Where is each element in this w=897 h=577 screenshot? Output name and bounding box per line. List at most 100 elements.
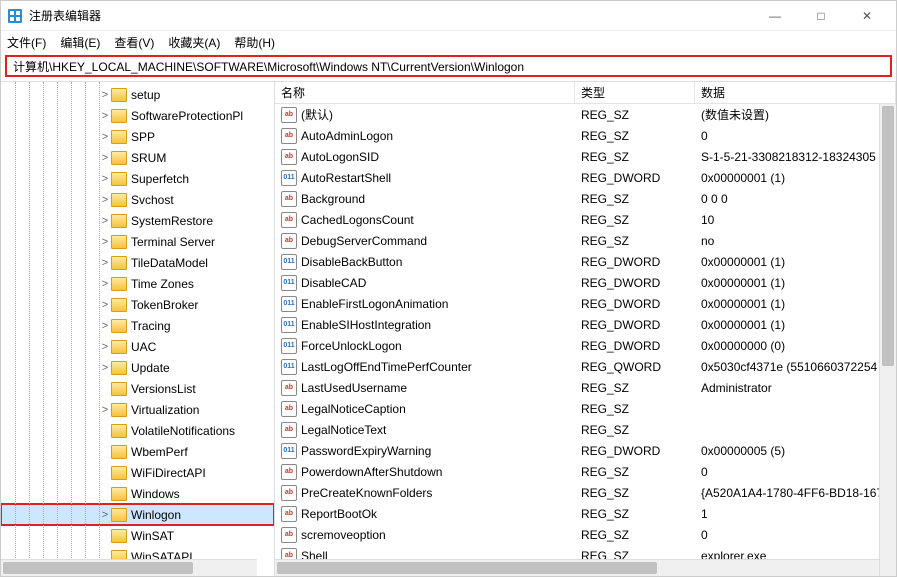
col-name[interactable]: 名称 <box>275 82 575 103</box>
value-data: 0x00000001 (1) <box>695 276 896 290</box>
tree-item[interactable]: WiFiDirectAPI <box>1 462 274 483</box>
expand-icon[interactable]: > <box>99 131 111 143</box>
tree-item[interactable]: > SoftwareProtectionPl <box>1 105 274 126</box>
menu-bar: 文件(F) 编辑(E) 查看(V) 收藏夹(A) 帮助(H) <box>1 31 896 53</box>
value-row[interactable]: 011LastLogOffEndTimePerfCounterREG_QWORD… <box>275 356 896 377</box>
expand-icon[interactable]: > <box>99 320 111 332</box>
address-bar[interactable]: 计算机\HKEY_LOCAL_MACHINE\SOFTWARE\Microsof… <box>5 55 892 77</box>
binary-value-icon: 011 <box>281 443 297 459</box>
tree-item[interactable]: VolatileNotifications <box>1 420 274 441</box>
value-name: ReportBootOk <box>301 507 377 521</box>
value-row[interactable]: abscremoveoptionREG_SZ0 <box>275 524 896 545</box>
expand-icon[interactable]: > <box>99 173 111 185</box>
tree-item-label: Svchost <box>131 193 174 207</box>
menu-view[interactable]: 查看(V) <box>114 34 154 51</box>
tree-item[interactable]: >SystemRestore <box>1 210 274 231</box>
folder-icon <box>111 88 127 102</box>
value-row[interactable]: 011DisableCADREG_DWORD0x00000001 (1) <box>275 272 896 293</box>
expand-icon[interactable]: > <box>99 341 111 353</box>
tree-item[interactable]: >Update <box>1 357 274 378</box>
expand-icon[interactable]: > <box>99 299 111 311</box>
tree-item[interactable]: WinSAT <box>1 525 274 546</box>
tree-item[interactable]: Windows <box>1 483 274 504</box>
tree-panel[interactable]: >setup>SoftwareProtectionPl>SPP>SRUM>Sup… <box>1 82 275 576</box>
expand-icon[interactable]: > <box>99 215 111 227</box>
value-row[interactable]: abDebugServerCommandREG_SZno <box>275 230 896 251</box>
string-value-icon: ab <box>281 401 297 417</box>
value-type: REG_SZ <box>575 108 695 122</box>
expand-icon[interactable]: > <box>99 194 111 206</box>
binary-value-icon: 011 <box>281 296 297 312</box>
values-vscroll[interactable] <box>879 104 896 576</box>
menu-file[interactable]: 文件(F) <box>7 34 46 51</box>
binary-value-icon: 011 <box>281 170 297 186</box>
tree-hscroll[interactable] <box>1 559 257 576</box>
menu-help[interactable]: 帮助(H) <box>234 34 275 51</box>
expand-icon[interactable]: > <box>99 404 111 416</box>
tree-item[interactable]: >Winlogon <box>1 504 274 525</box>
value-type: REG_DWORD <box>575 171 695 185</box>
value-row[interactable]: abReportBootOkREG_SZ1 <box>275 503 896 524</box>
value-row[interactable]: 011EnableFirstLogonAnimationREG_DWORD0x0… <box>275 293 896 314</box>
expand-icon[interactable]: > <box>99 236 111 248</box>
value-name: LastUsedUsername <box>301 381 407 395</box>
expand-icon[interactable]: > <box>99 278 111 290</box>
value-row[interactable]: 011PasswordExpiryWarningREG_DWORD0x00000… <box>275 440 896 461</box>
maximize-button[interactable]: □ <box>798 1 844 31</box>
values-header[interactable]: 名称 类型 数据 <box>275 82 896 104</box>
value-row[interactable]: 011DisableBackButtonREG_DWORD0x00000001 … <box>275 251 896 272</box>
tree-item[interactable]: >TileDataModel <box>1 252 274 273</box>
tree-item[interactable]: >SRUM <box>1 147 274 168</box>
expand-icon[interactable]: > <box>99 110 111 122</box>
close-button[interactable]: ✕ <box>844 1 890 31</box>
value-name: ForceUnlockLogon <box>301 339 402 353</box>
tree-item[interactable]: >TokenBroker <box>1 294 274 315</box>
value-row[interactable]: abCachedLogonsCountREG_SZ10 <box>275 209 896 230</box>
tree-item-label: SoftwareProtectionPl <box>131 109 243 123</box>
expand-icon[interactable]: > <box>99 89 111 101</box>
menu-edit[interactable]: 编辑(E) <box>60 34 100 51</box>
value-row[interactable]: abPreCreateKnownFoldersREG_SZ{A520A1A4-1… <box>275 482 896 503</box>
value-row[interactable]: abPowerdownAfterShutdownREG_SZ0 <box>275 461 896 482</box>
value-row[interactable]: abAutoAdminLogonREG_SZ0 <box>275 125 896 146</box>
tree-item[interactable]: >Time Zones <box>1 273 274 294</box>
tree-item[interactable]: >setup <box>1 84 274 105</box>
value-type: REG_SZ <box>575 381 695 395</box>
tree-item[interactable]: VersionsList <box>1 378 274 399</box>
expand-icon[interactable]: > <box>99 257 111 269</box>
binary-value-icon: 011 <box>281 359 297 375</box>
values-hscroll[interactable] <box>275 559 879 576</box>
expand-icon[interactable]: > <box>99 362 111 374</box>
value-row[interactable]: abAutoLogonSIDREG_SZS-1-5-21-3308218312-… <box>275 146 896 167</box>
value-name: LegalNoticeText <box>301 423 386 437</box>
tree-item[interactable]: > Svchost <box>1 189 274 210</box>
address-text: 计算机\HKEY_LOCAL_MACHINE\SOFTWARE\Microsof… <box>13 58 524 75</box>
value-row[interactable]: ab(默认)REG_SZ(数值未设置) <box>275 104 896 125</box>
value-data: 0x00000001 (1) <box>695 255 896 269</box>
value-type: REG_SZ <box>575 150 695 164</box>
col-type[interactable]: 类型 <box>575 82 695 103</box>
value-row[interactable]: abLastUsedUsernameREG_SZAdministrator <box>275 377 896 398</box>
value-data: 0x00000000 (0) <box>695 339 896 353</box>
value-row[interactable]: 011ForceUnlockLogonREG_DWORD0x00000000 (… <box>275 335 896 356</box>
values-list[interactable]: ab(默认)REG_SZ(数值未设置)abAutoAdminLogonREG_S… <box>275 104 896 566</box>
expand-icon[interactable]: > <box>99 152 111 164</box>
minimize-button[interactable]: — <box>752 1 798 31</box>
tree-item[interactable]: >Terminal Server <box>1 231 274 252</box>
tree-item[interactable]: >UAC <box>1 336 274 357</box>
tree-item[interactable]: >Superfetch <box>1 168 274 189</box>
col-data[interactable]: 数据 <box>695 82 896 103</box>
tree-item[interactable]: >Virtualization <box>1 399 274 420</box>
tree-item[interactable]: WbemPerf <box>1 441 274 462</box>
value-row[interactable]: abLegalNoticeTextREG_SZ <box>275 419 896 440</box>
regedit-icon <box>7 8 23 24</box>
value-row[interactable]: 011AutoRestartShellREG_DWORD0x00000001 (… <box>275 167 896 188</box>
tree-item[interactable]: >SPP <box>1 126 274 147</box>
expand-icon[interactable]: > <box>99 509 111 521</box>
value-row[interactable]: 011EnableSIHostIntegrationREG_DWORD0x000… <box>275 314 896 335</box>
value-row[interactable]: abLegalNoticeCaptionREG_SZ <box>275 398 896 419</box>
menu-favorites[interactable]: 收藏夹(A) <box>168 34 220 51</box>
value-row[interactable]: abBackgroundREG_SZ0 0 0 <box>275 188 896 209</box>
tree-item[interactable]: >Tracing <box>1 315 274 336</box>
tree-item-label: WbemPerf <box>131 445 188 459</box>
